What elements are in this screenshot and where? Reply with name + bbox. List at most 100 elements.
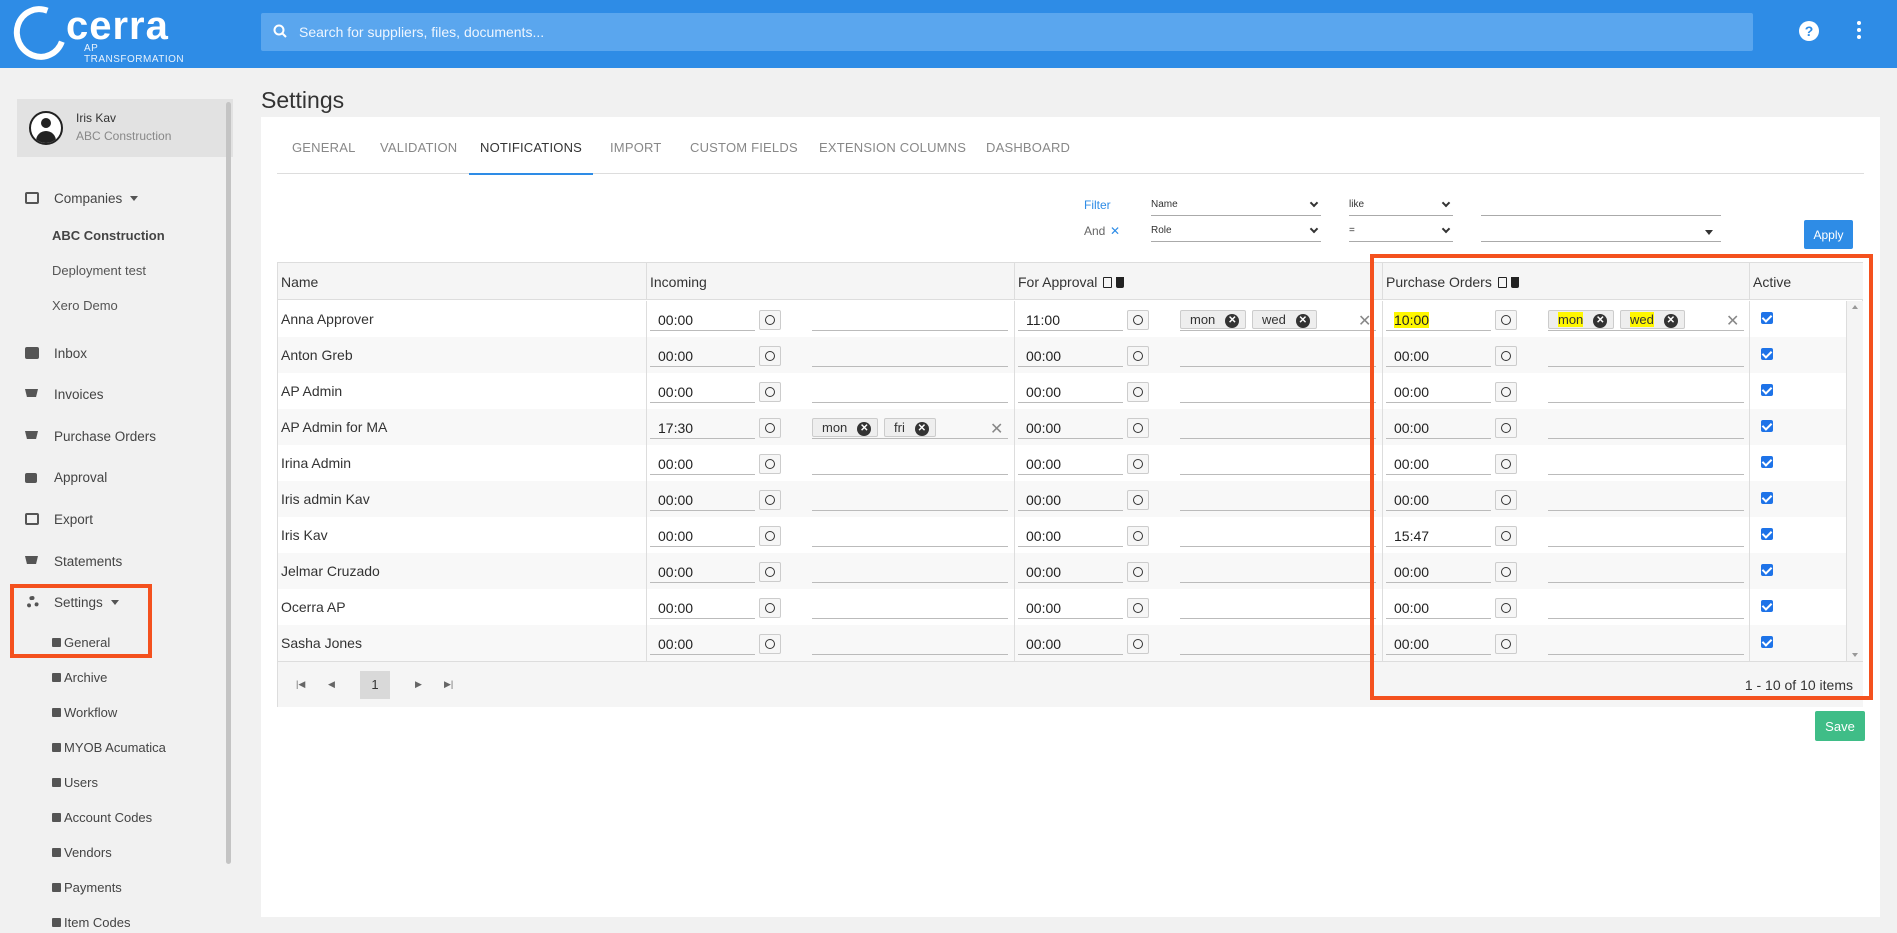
incoming-days-select[interactable] [812,523,1008,547]
tab-import[interactable]: IMPORT [610,140,662,174]
clock-icon[interactable] [759,490,781,510]
approval-days-select[interactable] [1180,559,1376,583]
sidebar-scrollbar[interactable] [226,102,231,864]
filter-field-select-2[interactable]: Role [1151,220,1321,242]
sidebar-item-statements[interactable]: Statements [24,550,122,572]
remove-chip-icon[interactable]: ✕ [1225,314,1240,328]
settings-payments[interactable]: Payments [52,880,122,895]
sidebar-item-approval[interactable]: Approval [24,466,107,488]
incoming-time-input[interactable]: 17:30 [650,417,755,439]
approval-time-input[interactable]: 00:00 [1018,381,1123,403]
incoming-days-select[interactable] [812,487,1008,511]
incoming-days-select[interactable] [812,343,1008,367]
global-search[interactable] [261,13,1753,51]
approval-time-input[interactable]: 11:00 [1018,309,1123,331]
prev-page-icon[interactable]: ◀ [328,679,335,690]
company-item-deployment[interactable]: Deployment test [52,263,146,278]
clock-icon[interactable] [1127,526,1149,546]
clock-icon[interactable] [759,310,781,330]
incoming-days-select[interactable]: mon ✕ fri ✕ ✕ [812,415,1008,439]
last-page-icon[interactable]: ▶| [444,679,453,690]
incoming-time-input[interactable]: 00:00 [650,345,755,367]
company-item-abc[interactable]: ABC Construction [52,228,165,243]
tab-notifications[interactable]: NOTIFICATIONS [469,140,594,175]
first-page-icon[interactable]: |◀ [296,679,305,690]
clock-icon[interactable] [759,598,781,618]
filter-operator-select-2[interactable]: = [1349,220,1453,242]
approval-days-select[interactable] [1180,487,1376,511]
incoming-time-input[interactable]: 00:00 [650,309,755,331]
clock-icon[interactable] [759,634,781,654]
remove-filter-icon[interactable]: ✕ [1110,224,1120,238]
save-button[interactable]: Save [1815,711,1865,741]
approval-time-input[interactable]: 00:00 [1018,525,1123,547]
settings-account-codes[interactable]: Account Codes [52,810,152,825]
column-header-incoming[interactable]: Incoming [646,263,1014,300]
sidebar-item-purchase-orders[interactable]: Purchase Orders [24,425,156,447]
incoming-days-select[interactable] [812,631,1008,655]
tab-custom-fields[interactable]: CUSTOM FIELDS [690,140,798,174]
tab-extension-columns[interactable]: EXTENSION COLUMNS [819,140,966,174]
settings-myob[interactable]: MYOB Acumatica [52,740,166,755]
search-input[interactable] [299,13,1739,51]
incoming-days-select[interactable] [812,307,1008,331]
help-icon[interactable]: ? [1799,21,1819,41]
page-number[interactable]: 1 [360,671,390,699]
filter-value-select-2[interactable] [1481,220,1721,242]
company-item-xero[interactable]: Xero Demo [52,298,118,313]
tab-general[interactable]: GENERAL [292,140,356,174]
remove-chip-icon[interactable]: ✕ [1295,314,1310,328]
incoming-time-input[interactable]: 00:00 [650,381,755,403]
remove-chip-icon[interactable]: ✕ [914,422,929,436]
clock-icon[interactable] [1127,310,1149,330]
user-card[interactable]: Iris Kav ABC Construction [17,99,233,157]
approval-time-input[interactable]: 00:00 [1018,633,1123,655]
settings-item-codes[interactable]: Item Codes [52,915,130,930]
approval-days-select[interactable] [1180,379,1376,403]
approval-days-select[interactable] [1180,415,1376,439]
clock-icon[interactable] [1127,634,1149,654]
tab-validation[interactable]: VALIDATION [380,140,457,174]
approval-time-input[interactable]: 00:00 [1018,597,1123,619]
approval-time-input[interactable]: 00:00 [1018,345,1123,367]
tab-dashboard[interactable]: DASHBOARD [986,140,1070,174]
clear-days-icon[interactable]: ✕ [990,419,1003,439]
approval-time-input[interactable]: 00:00 [1018,561,1123,583]
clock-icon[interactable] [1127,598,1149,618]
incoming-time-input[interactable]: 00:00 [650,525,755,547]
incoming-days-select[interactable] [812,379,1008,403]
sidebar-item-export[interactable]: Export [24,508,93,530]
clock-icon[interactable] [1127,418,1149,438]
approval-time-input[interactable]: 00:00 [1018,453,1123,475]
approval-time-input[interactable]: 00:00 [1018,417,1123,439]
remove-chip-icon[interactable]: ✕ [857,422,872,436]
clock-icon[interactable] [1127,382,1149,402]
ocerra-logo[interactable]: cerra AP TRANSFORMATION [5,0,194,69]
filter-value-input[interactable] [1481,194,1721,216]
day-chip[interactable]: fri ✕ [884,418,936,437]
incoming-time-input[interactable]: 00:00 [650,633,755,655]
approval-days-select[interactable] [1180,451,1376,475]
settings-archive[interactable]: Archive [52,670,107,685]
day-chip[interactable]: mon ✕ [1180,310,1247,329]
day-chip[interactable]: wed ✕ [1252,310,1317,329]
apply-button[interactable]: Apply [1804,220,1853,249]
copy-icon[interactable] [1103,277,1113,288]
more-menu-icon[interactable] [1856,20,1862,42]
sidebar-item-companies[interactable]: Companies [24,187,139,209]
clock-icon[interactable] [1127,454,1149,474]
clock-icon[interactable] [759,562,781,582]
incoming-days-select[interactable] [812,451,1008,475]
approval-time-input[interactable]: 00:00 [1018,489,1123,511]
incoming-time-input[interactable]: 00:00 [650,597,755,619]
clock-icon[interactable] [1127,346,1149,366]
approval-days-select[interactable] [1180,595,1376,619]
approval-days-select[interactable]: mon ✕ wed ✕ ✕ [1180,307,1376,331]
clock-icon[interactable] [759,526,781,546]
clock-icon[interactable] [759,418,781,438]
clock-icon[interactable] [759,346,781,366]
clock-icon[interactable] [1127,562,1149,582]
clock-icon[interactable] [759,382,781,402]
clock-icon[interactable] [759,454,781,474]
approval-days-select[interactable] [1180,343,1376,367]
